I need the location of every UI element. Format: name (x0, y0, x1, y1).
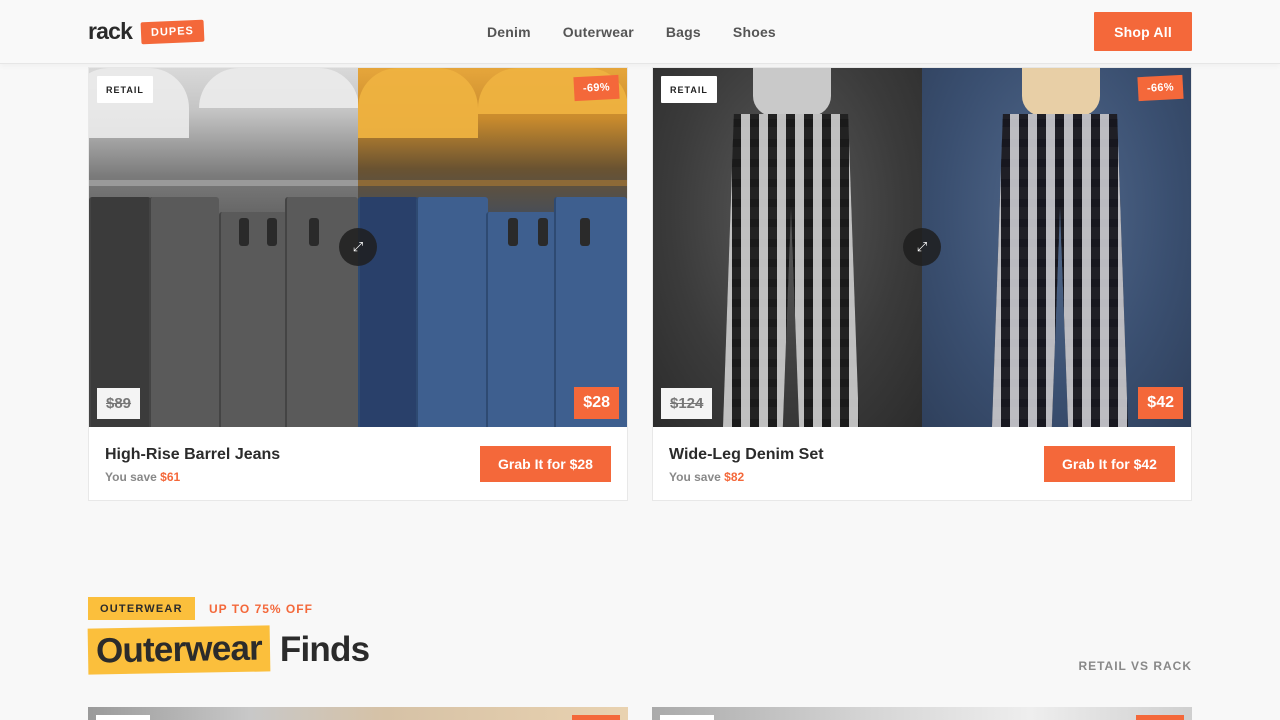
product-comparison-image[interactable]: RETAIL -69% $89 $28 ⤢ (89, 68, 627, 427)
clip-shape (267, 218, 277, 246)
shop-all-button[interactable]: Shop All (1094, 12, 1192, 51)
hanger-shape (358, 68, 478, 138)
retail-tag-partial (96, 715, 150, 720)
expand-icon[interactable]: ⤢ (339, 228, 377, 266)
retail-image (89, 68, 358, 427)
product-card-partial[interactable] (652, 707, 1192, 720)
product-title[interactable]: Wide-Leg Denim Set (669, 446, 824, 464)
grab-it-button[interactable]: Grab It for $42 (1044, 446, 1175, 482)
retail-tag: RETAIL (661, 76, 717, 103)
logo[interactable]: rack (88, 18, 133, 45)
retail-tag: RETAIL (97, 76, 153, 103)
main-nav: Denim Outerwear Bags Shoes (487, 24, 808, 40)
nav-item-denim[interactable]: Denim (487, 24, 531, 40)
discount-badge-partial (1136, 715, 1184, 720)
rack-image (922, 68, 1191, 427)
retail-vs-rack-label: RETAIL VS RACK (1078, 659, 1192, 673)
nav-item-bags[interactable]: Bags (666, 24, 701, 40)
nav-item-outerwear[interactable]: Outerwear (563, 24, 634, 40)
clip-shape (508, 218, 518, 246)
retail-price: $89 (97, 388, 141, 419)
discount-badge: -66% (1137, 74, 1184, 102)
savings-text: You save $61 (105, 470, 180, 484)
clip-shape (538, 218, 548, 246)
mannequin-shape (753, 68, 831, 116)
savings-label: You save (105, 470, 157, 484)
clip-shape (580, 218, 590, 246)
clothes-rail (358, 180, 627, 186)
clip-shape (309, 218, 319, 246)
jeans-shape (149, 197, 219, 427)
grab-it-button[interactable]: Grab It for $28 (480, 446, 611, 482)
pants-shape (992, 114, 1128, 427)
retail-image (653, 68, 922, 427)
product-card: RETAIL -66% $124 $42 ⤢ Wide-Leg Denim Se… (652, 67, 1192, 501)
section-title-highlight: Outerwear (87, 625, 271, 675)
rack-image (358, 68, 627, 427)
clothes-rail (89, 180, 358, 186)
jeans-shape (416, 197, 488, 427)
retail-tag-partial (660, 715, 714, 720)
savings-amount: $82 (724, 470, 745, 484)
discount-badge: -69% (573, 74, 620, 102)
product-card-partial[interactable] (88, 707, 628, 720)
rack-price: $28 (574, 387, 619, 419)
product-card: RETAIL -69% $89 $28 ⤢ High-Rise Barrel J… (88, 67, 628, 501)
pants-shape (723, 114, 859, 427)
product-title[interactable]: High-Rise Barrel Jeans (105, 446, 280, 464)
discount-badge-partial (572, 715, 620, 720)
product-comparison-image[interactable]: RETAIL -66% $124 $42 ⤢ (653, 68, 1191, 427)
retail-price: $124 (661, 388, 713, 419)
savings-amount: $61 (160, 470, 181, 484)
section-title-rest: Finds (279, 630, 370, 669)
logo-badge: DUPES (140, 19, 205, 45)
section-title: Outerwear Finds (87, 625, 370, 675)
expand-icon[interactable]: ⤢ (903, 228, 941, 266)
savings-text: You save $82 (669, 470, 744, 484)
mannequin-shape (1022, 68, 1100, 116)
savings-label: You save (669, 470, 721, 484)
rack-price: $42 (1138, 387, 1183, 419)
section-category-tag: OUTERWEAR (88, 597, 195, 620)
clip-shape (239, 218, 249, 246)
jeans-shape (219, 212, 287, 427)
section-subtitle: UP TO 75% OFF (209, 602, 313, 616)
hanger-shape (199, 68, 358, 108)
nav-item-shoes[interactable]: Shoes (733, 24, 776, 40)
site-header: rack DUPES Denim Outerwear Bags Shoes Sh… (0, 0, 1280, 64)
